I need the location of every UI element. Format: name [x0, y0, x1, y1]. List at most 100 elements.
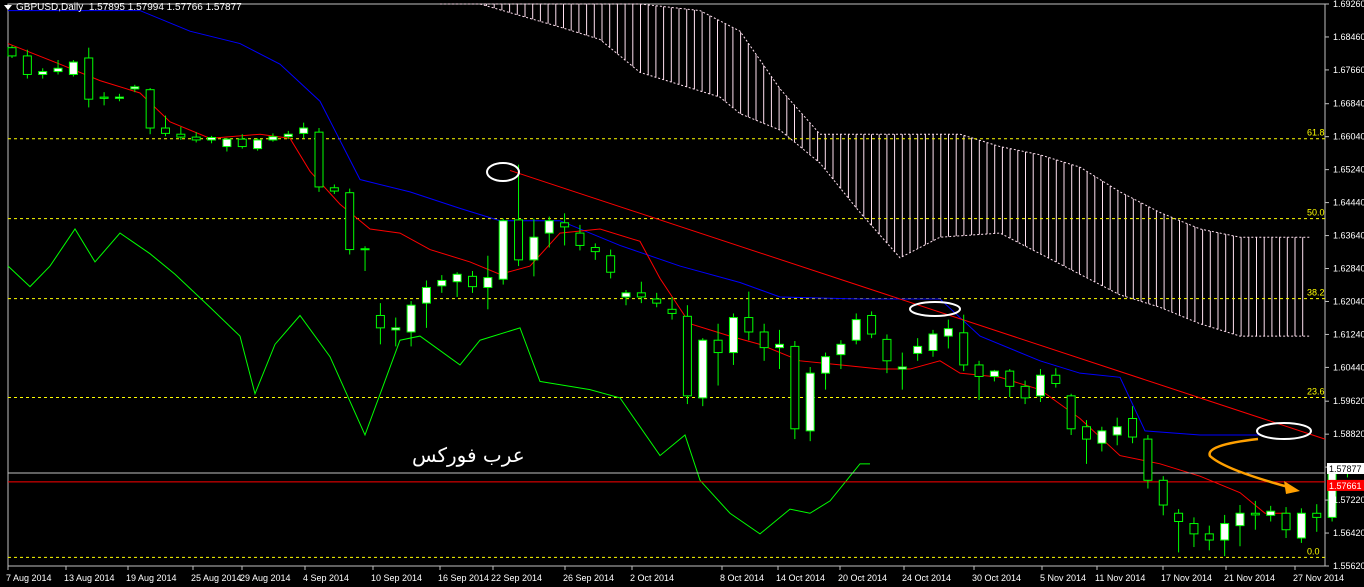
- candle: [728, 313, 738, 365]
- candle: [897, 352, 907, 390]
- candle-body: [468, 275, 477, 288]
- time-tick-label: 10 Sep 2014: [371, 573, 422, 583]
- time-tick-label: 29 Aug 2014: [240, 573, 291, 583]
- candle: [805, 366, 815, 442]
- highlight-ellipse: [909, 301, 961, 317]
- candle-body: [529, 236, 539, 261]
- candle: [759, 323, 769, 361]
- candle: [437, 275, 447, 293]
- candle-body: [821, 356, 831, 374]
- time-tick-label: 11 Nov 2014: [1095, 573, 1145, 583]
- candle: [22, 49, 32, 79]
- chart-header[interactable]: GBPUSD,Daily 1.57895 1.57994 1.57766 1.5…: [4, 2, 242, 13]
- candle-body: [145, 89, 155, 129]
- time-tick-label: 26 Sep 2014: [563, 573, 614, 583]
- chart-area[interactable]: 0.0 23.6 38.2 50.0 61.8 1.69260 1.68460 1.67660…: [0, 0, 1364, 587]
- time-tick-label: 20 Oct 2014: [838, 573, 887, 583]
- candle-body: [682, 315, 692, 397]
- candle: [421, 280, 431, 328]
- price-tick-label: 1.68460: [1333, 32, 1364, 42]
- fib-level-label: 0.0: [1307, 546, 1320, 556]
- dropdown-triangle-icon[interactable]: [4, 4, 12, 10]
- candle-body: [406, 304, 416, 333]
- time-axis: 7 Aug 2014 13 Aug 2014 19 Aug 2014 25 Aug 2…: [6, 566, 1344, 583]
- candle-body: [959, 332, 969, 366]
- price-tick-label: 1.69260: [1333, 0, 1364, 9]
- time-tick-label: 4 Sep 2014: [303, 573, 349, 583]
- candle-body: [53, 67, 63, 73]
- candle: [529, 218, 539, 277]
- candle: [253, 138, 263, 151]
- candle: [207, 135, 217, 144]
- candle-body: [544, 220, 554, 234]
- candle: [544, 216, 554, 248]
- symbol-label: GBPUSD,Daily: [16, 2, 84, 13]
- candle-body: [621, 292, 631, 298]
- candle-body: [1296, 512, 1306, 539]
- candle-body: [99, 96, 109, 99]
- candle-body: [1281, 512, 1291, 531]
- candle: [1158, 476, 1168, 516]
- candle-body: [191, 136, 201, 141]
- candle: [1066, 393, 1076, 435]
- candle: [928, 329, 938, 357]
- candle: [867, 311, 877, 339]
- chikou-span-line: [7, 228, 870, 535]
- time-tick-label: 7 Aug 2014: [6, 573, 52, 583]
- candle: [882, 334, 892, 374]
- candle-body: [744, 317, 754, 333]
- candle: [1204, 525, 1214, 551]
- candle-body: [1220, 523, 1230, 541]
- candle: [299, 122, 309, 139]
- candle-body: [759, 331, 769, 349]
- candle: [1312, 504, 1322, 532]
- candle-body: [283, 133, 293, 138]
- fib-level-label: 61.8: [1307, 128, 1325, 138]
- candle: [314, 128, 324, 192]
- candle-body: [130, 86, 140, 90]
- candle: [498, 218, 508, 285]
- price-tick-label: 1.66840: [1333, 99, 1364, 109]
- candle: [851, 313, 861, 345]
- candle-body: [176, 133, 186, 138]
- candle: [606, 249, 616, 279]
- time-tick-label: 17 Nov 2014: [1161, 573, 1212, 583]
- candle-body: [299, 127, 309, 134]
- candle-body: [790, 345, 800, 430]
- candle-body: [1005, 370, 1015, 387]
- candle: [68, 60, 78, 77]
- time-tick-label: 8 Oct 2014: [720, 573, 764, 583]
- candle-body: [698, 339, 708, 399]
- candle-body: [22, 55, 32, 75]
- time-tick-label: 2 Oct 2014: [630, 573, 674, 583]
- candle: [161, 115, 170, 137]
- candle: [575, 224, 585, 251]
- time-tick-label: 30 Oct 2014: [972, 573, 1021, 583]
- candle: [99, 92, 109, 106]
- candle-body: [775, 343, 784, 349]
- candle-body: [1250, 512, 1260, 516]
- candle: [452, 272, 462, 297]
- time-tick-label: 24 Oct 2014: [902, 573, 951, 583]
- candle: [1097, 426, 1107, 452]
- candle-body: [1082, 426, 1091, 440]
- candle: [652, 292, 662, 308]
- price-tick-label: 1.65240: [1333, 165, 1364, 175]
- candle-body: [68, 61, 78, 75]
- time-tick-label: 22 Sep 2014: [491, 573, 542, 583]
- senkou-span-a: [440, 3, 1310, 238]
- candle-body: [1312, 512, 1322, 518]
- candle: [268, 133, 278, 142]
- candle: [698, 338, 708, 407]
- candle-body: [1112, 426, 1122, 436]
- candle-body: [928, 333, 938, 352]
- candle-body: [268, 136, 278, 141]
- candle: [514, 164, 524, 267]
- candle-body: [974, 364, 984, 377]
- candle-body: [360, 248, 370, 251]
- chart-canvas[interactable]: 0.0 23.6 38.2 50.0 61.8 1.69260 1.68460 1.67660…: [0, 0, 1364, 587]
- time-tick-label: 14 Oct 2014: [776, 573, 825, 583]
- time-tick-label: 5 Nov 2014: [1040, 573, 1086, 583]
- candle-body: [345, 192, 355, 251]
- candle: [1266, 505, 1276, 522]
